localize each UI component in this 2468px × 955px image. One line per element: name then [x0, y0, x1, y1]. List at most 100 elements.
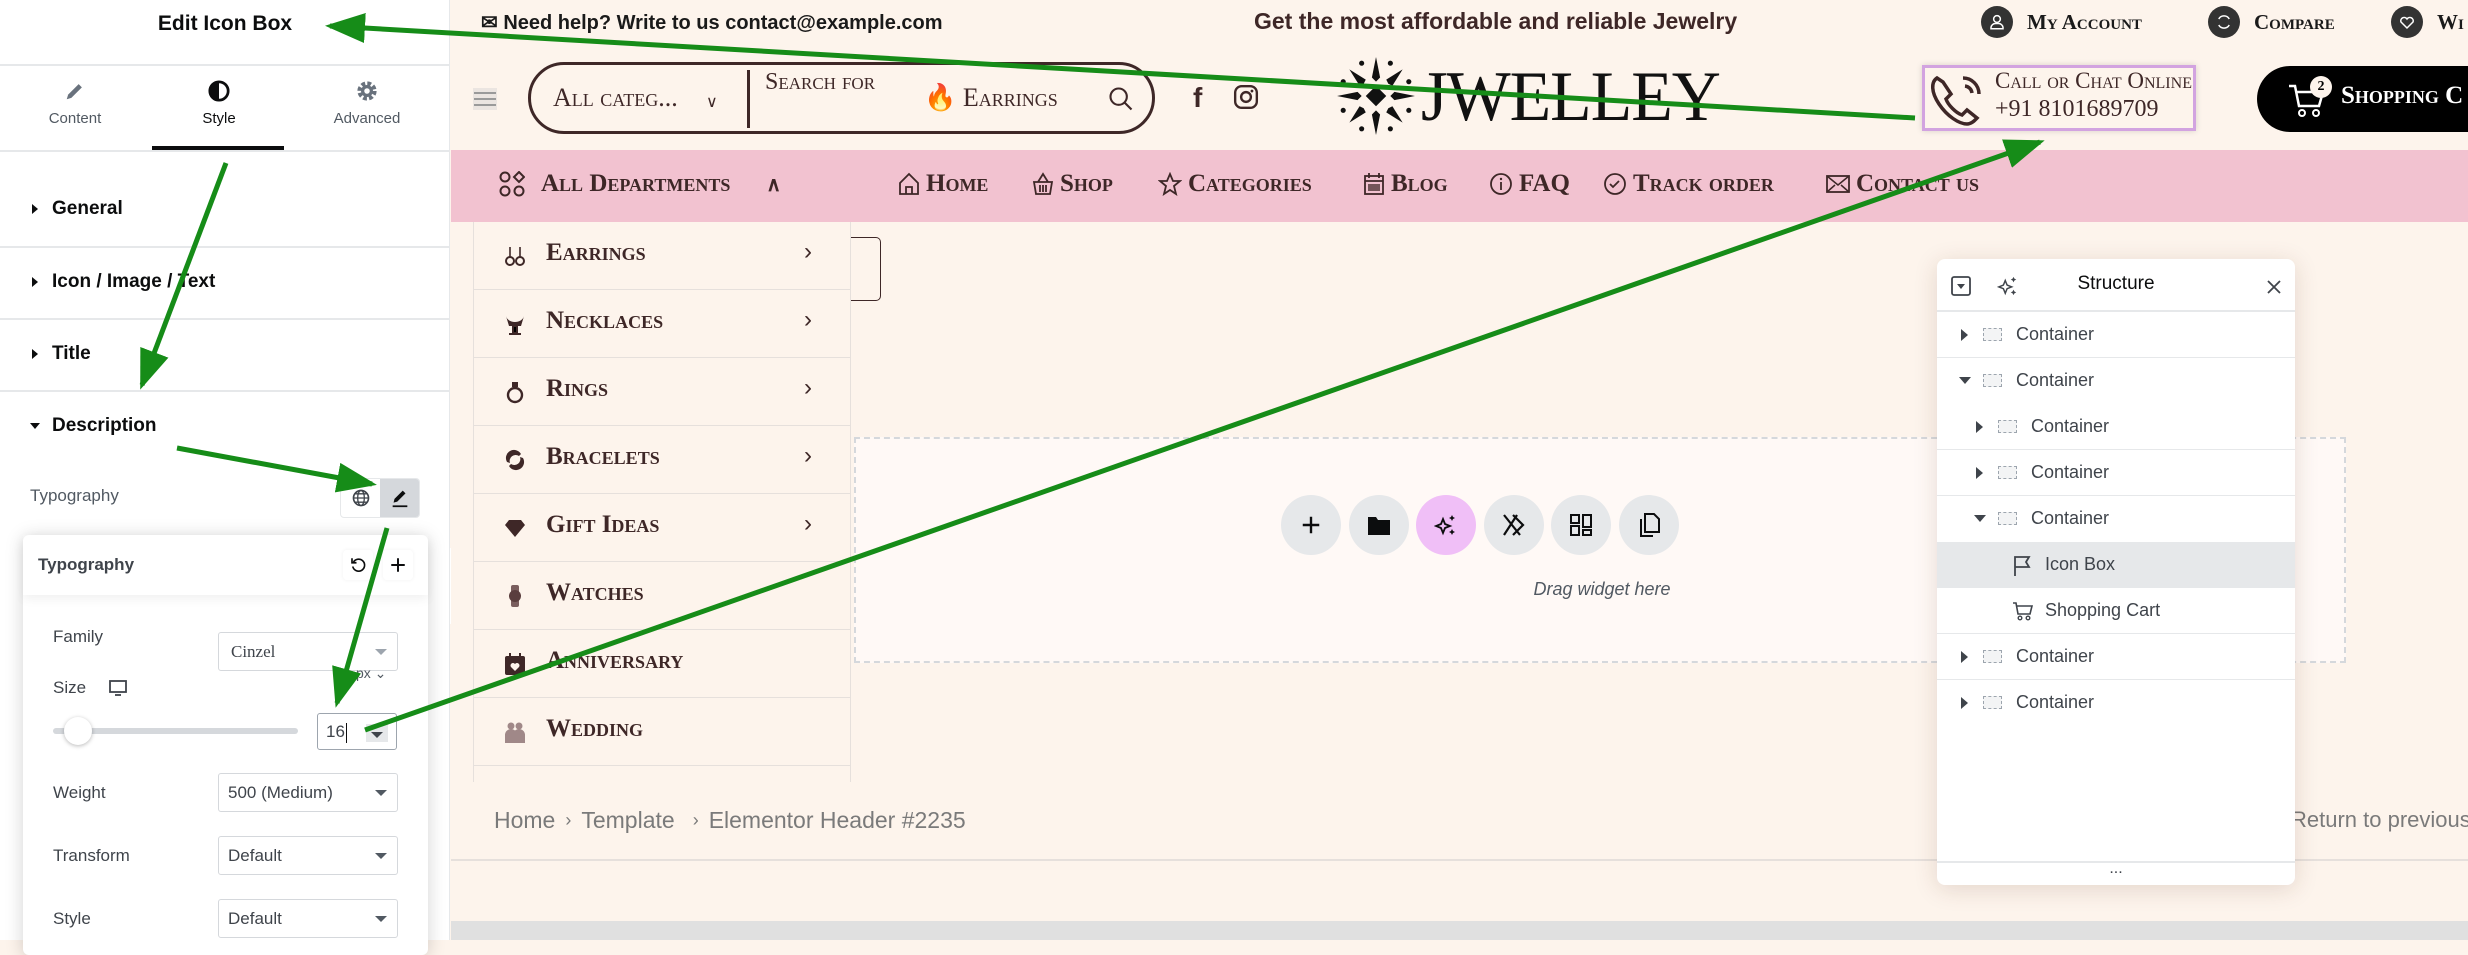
- nav-track-order[interactable]: Track order: [1603, 170, 1774, 198]
- dept-item-watches[interactable]: Watches: [474, 562, 850, 630]
- nav-label: All Departments: [541, 170, 731, 197]
- compare-link[interactable]: Compare: [2208, 6, 2335, 38]
- add-element-button[interactable]: [1281, 495, 1341, 555]
- spinner-button[interactable]: [366, 724, 388, 742]
- nav-faq[interactable]: FAQ: [1489, 170, 1570, 198]
- close-icon[interactable]: [2267, 280, 2281, 294]
- shopping-cart-button[interactable]: 2 Shopping C: [2257, 66, 2468, 132]
- structure-item-icon-box[interactable]: Icon Box: [1937, 542, 2295, 588]
- breadcrumb-home[interactable]: Home: [494, 807, 555, 834]
- global-button[interactable]: [341, 479, 380, 517]
- envelope-icon: [1826, 175, 1850, 193]
- section-label: Title: [52, 343, 91, 364]
- weight-select[interactable]: 500 (Medium): [218, 773, 398, 812]
- structure-header[interactable]: Structure: [1937, 259, 2295, 312]
- nav-shop[interactable]: Shop: [1032, 170, 1113, 198]
- section-title[interactable]: Title: [0, 343, 450, 365]
- breadcrumb-separator-icon: ›: [565, 810, 572, 830]
- caret-right-icon[interactable]: [1976, 467, 1983, 479]
- tab-style[interactable]: Style: [144, 80, 294, 127]
- desktop-icon[interactable]: [109, 680, 127, 697]
- reset-button[interactable]: [343, 550, 373, 580]
- caret-down-icon[interactable]: [1959, 377, 1971, 384]
- structure-item-container[interactable]: Container: [1937, 450, 2295, 496]
- site-logo[interactable]: JWELLEY: [1335, 55, 1721, 137]
- category-select[interactable]: All categ...: [553, 83, 678, 113]
- elementor-kit-button[interactable]: [1484, 495, 1544, 555]
- add-button[interactable]: [383, 550, 413, 580]
- necklace-icon: [506, 316, 524, 335]
- size-slider-thumb[interactable]: [63, 717, 92, 745]
- hamburger-icon[interactable]: [473, 88, 497, 110]
- cart-count-badge: 2: [2310, 76, 2332, 98]
- structure-item-shopping-cart[interactable]: Shopping Cart: [1937, 588, 2295, 634]
- unit-select[interactable]: px ⌄: [356, 665, 386, 682]
- ai-generate-button[interactable]: [1416, 495, 1476, 555]
- breadcrumb-template[interactable]: Template: [581, 807, 674, 834]
- dept-item-bracelets[interactable]: Bracelets ›: [474, 426, 850, 494]
- structure-item-container[interactable]: Container: [1937, 404, 2295, 450]
- nav-categories[interactable]: Categories: [1158, 170, 1312, 198]
- dept-item-gift-ideas[interactable]: Gift Ideas ›: [474, 494, 850, 562]
- caret-right-icon[interactable]: [1961, 697, 1968, 709]
- nav-label: Home: [926, 170, 989, 197]
- search-input[interactable]: Search for: [765, 66, 885, 98]
- size-input[interactable]: 16: [317, 713, 397, 750]
- wishlist-link[interactable]: Wi: [2391, 6, 2464, 38]
- tab-content[interactable]: Content: [0, 80, 150, 127]
- add-template-button[interactable]: [1349, 495, 1409, 555]
- dept-item-anniversary[interactable]: Anniversary: [474, 630, 850, 698]
- structure-item-container[interactable]: Container: [1937, 358, 2295, 404]
- instagram-icon[interactable]: [1233, 84, 1259, 110]
- search-icon[interactable]: [1107, 85, 1135, 113]
- style-value: Default: [228, 909, 282, 928]
- edit-typography-button[interactable]: [380, 479, 419, 517]
- structure-item-container[interactable]: Container: [1937, 496, 2295, 542]
- facebook-icon[interactable]: f: [1193, 82, 1202, 114]
- dept-label: Rings: [546, 375, 609, 402]
- return-to-previous-link[interactable]: Return to previous: [2291, 807, 2468, 833]
- transform-select[interactable]: Default: [218, 836, 398, 875]
- ring-icon: [506, 382, 524, 404]
- diamond-icon: [505, 520, 525, 537]
- my-account-link[interactable]: My Account: [1981, 6, 2142, 38]
- nav-contact-us[interactable]: Contact us: [1826, 170, 1979, 198]
- sparkle-icon: [1434, 515, 1455, 536]
- dept-item-wedding[interactable]: Wedding: [474, 698, 850, 766]
- paste-button[interactable]: [1619, 495, 1679, 555]
- caret-right-icon[interactable]: [1961, 329, 1968, 341]
- structure-item-container[interactable]: Container: [1937, 634, 2295, 680]
- divider: [0, 390, 450, 392]
- folder-icon: [1368, 517, 1390, 535]
- departments-menu: Earrings › Necklaces › Rings › Bracelets…: [473, 222, 851, 782]
- globe-icon: [352, 489, 369, 507]
- dept-item-rings[interactable]: Rings ›: [474, 358, 850, 426]
- dept-item-earrings[interactable]: Earrings ›: [474, 222, 850, 290]
- section-general[interactable]: General: [0, 198, 450, 220]
- dept-item-necklaces[interactable]: Necklaces ›: [474, 290, 850, 358]
- structure-resize-handle[interactable]: ...: [1937, 861, 2295, 885]
- call-icon-box[interactable]: Call or Chat Online +91 8101689709: [1922, 65, 2196, 131]
- search-hot-keyword[interactable]: 🔥 Earrings: [924, 83, 1058, 113]
- all-departments-toggle[interactable]: All Departments ∧: [499, 170, 781, 198]
- caret-right-icon[interactable]: [1976, 421, 1983, 433]
- section-icon-image-text[interactable]: Icon / Image / Text: [0, 271, 450, 293]
- layout-blocks-button[interactable]: [1551, 495, 1611, 555]
- caret-right-icon[interactable]: [1961, 651, 1968, 663]
- style-select[interactable]: Default: [218, 899, 398, 938]
- container-icon: [1998, 512, 2017, 525]
- structure-item-container[interactable]: Container: [1937, 312, 2295, 358]
- container-icon: [1998, 466, 2017, 479]
- section-description[interactable]: Description: [0, 415, 450, 437]
- structure-item-container[interactable]: Container: [1937, 680, 2295, 726]
- structure-item-label: Container: [2016, 324, 2095, 344]
- caret-down-icon[interactable]: [1974, 515, 1986, 522]
- section-label: General: [52, 198, 123, 219]
- tab-label: Advanced: [333, 110, 401, 127]
- call-title: Call or Chat Online: [1995, 68, 2192, 93]
- size-value: 16: [326, 722, 345, 741]
- nav-label: Contact us: [1856, 170, 1979, 197]
- nav-home[interactable]: Home: [898, 170, 988, 198]
- nav-blog[interactable]: Blog: [1363, 170, 1448, 198]
- tab-advanced[interactable]: Advanced: [292, 80, 442, 127]
